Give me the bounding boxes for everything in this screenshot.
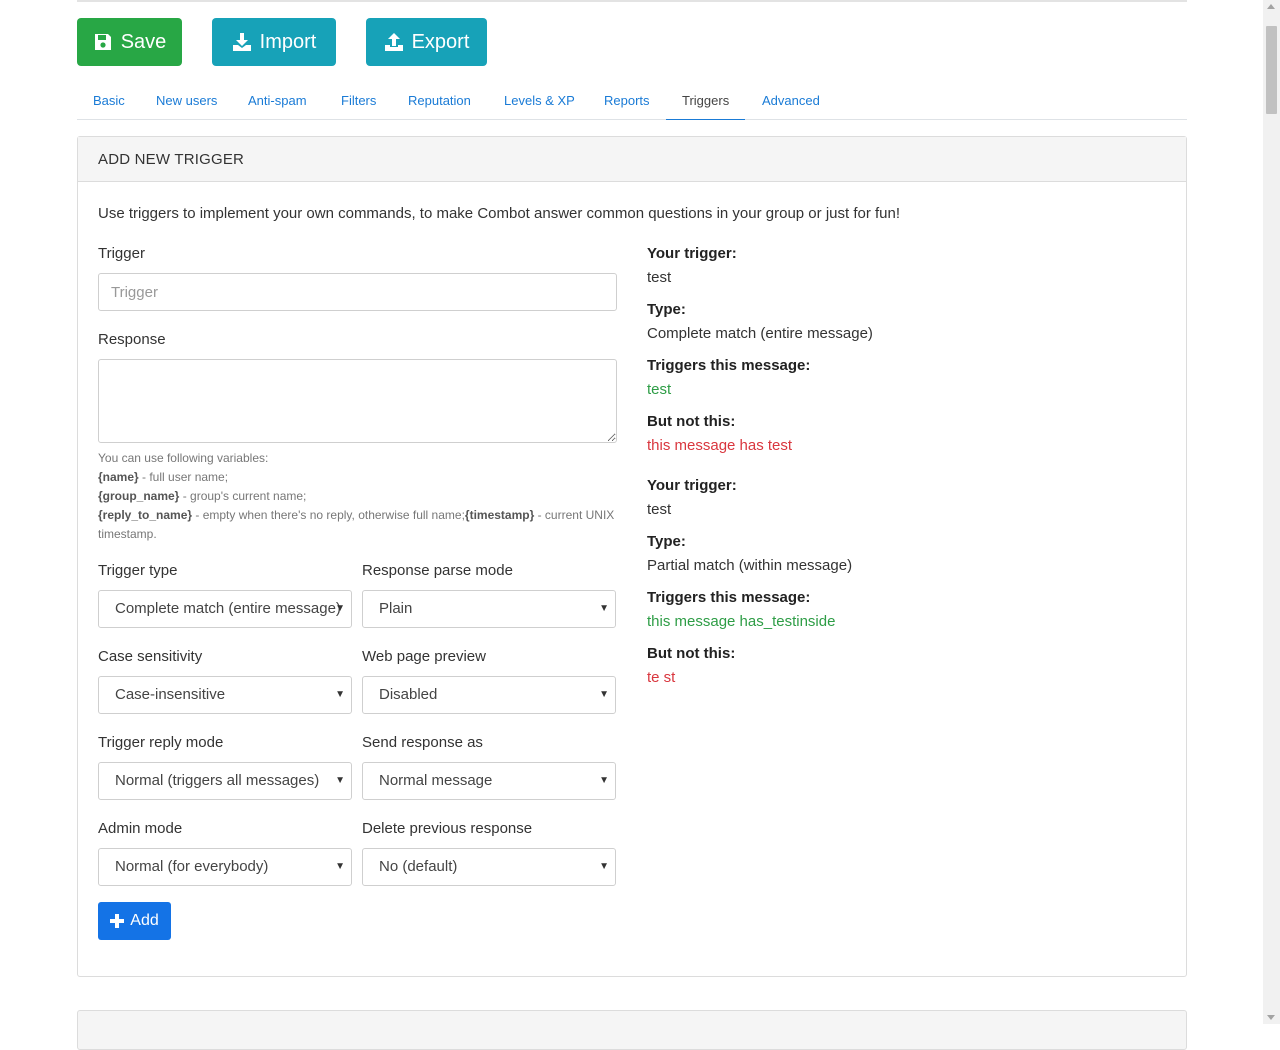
case-sensitivity-select[interactable]: Case-insensitive ▼: [98, 676, 352, 714]
caret-down-icon: ▼: [335, 689, 345, 700]
delete-previous-value: No (default): [379, 858, 458, 875]
parse-mode-label: Response parse mode: [362, 562, 513, 579]
top-divider: [77, 0, 1187, 2]
response-label: Response: [98, 331, 166, 348]
trigger-type-label: Trigger type: [98, 562, 178, 579]
case-sensitivity-value: Case-insensitive: [115, 686, 226, 703]
help-var-name: {name}: [98, 470, 139, 484]
add-button-label: Add: [130, 912, 159, 929]
admin-mode-label: Admin mode: [98, 820, 183, 837]
next-card: [77, 1010, 1187, 1050]
download-icon: [232, 33, 251, 51]
admin-mode-value: Normal (for everybody): [115, 858, 269, 875]
page-scrollbar[interactable]: [1263, 0, 1280, 1024]
example-2-type: Partial match (within message): [647, 557, 853, 574]
tab-new-users[interactable]: New users: [140, 84, 233, 120]
example-1-nonmatch-text: this message has test: [647, 437, 793, 454]
admin-mode-select[interactable]: Normal (for everybody) ▼: [98, 848, 352, 886]
upload-icon: [384, 33, 403, 51]
example-2-trigger-heading: Your trigger:: [647, 477, 737, 494]
help-var-group-desc: - group's current name;: [179, 489, 307, 503]
help-var-reply: {reply_to_name}: [98, 508, 193, 522]
tab-basic[interactable]: Basic: [77, 84, 141, 120]
example-1-type-heading: Type:: [647, 301, 686, 318]
save-button[interactable]: Save: [77, 18, 182, 66]
help-var-name-desc: - full user name;: [138, 470, 229, 484]
scroll-up-arrow-icon[interactable]: [1267, 4, 1275, 9]
trigger-type-select[interactable]: Complete match (entire message) ▼: [98, 590, 352, 628]
help-var-reply-desc: - empty when there's no reply, otherwise…: [192, 508, 465, 522]
tab-triggers[interactable]: Triggers: [666, 84, 746, 120]
tab-reports[interactable]: Reports: [588, 84, 666, 120]
caret-down-icon: ▼: [599, 603, 609, 614]
example-1-not-heading: But not this:: [647, 413, 736, 430]
parse-mode-select[interactable]: Plain ▼: [362, 590, 616, 628]
floppy-disk-icon: [94, 34, 111, 50]
case-sensitivity-label: Case sensitivity: [98, 648, 203, 665]
web-preview-value: Disabled: [379, 686, 438, 703]
export-button-label: Export: [411, 30, 470, 53]
scroll-down-arrow-icon[interactable]: [1267, 1015, 1275, 1020]
web-preview-label: Web page preview: [362, 648, 486, 665]
example-2-type-heading: Type:: [647, 533, 686, 550]
reply-mode-value: Normal (triggers all messages): [115, 772, 320, 789]
import-button[interactable]: Import: [212, 18, 336, 66]
add-trigger-card: ADD NEW TRIGGER Use triggers to implemen…: [77, 136, 1187, 977]
caret-down-icon: ▼: [599, 689, 609, 700]
reply-mode-label: Trigger reply mode: [98, 734, 224, 751]
variables-help: You can use following variables: {name} …: [98, 449, 623, 544]
tab-anti-spam[interactable]: Anti-spam: [232, 84, 323, 120]
caret-down-icon: ▼: [335, 775, 345, 786]
intro-text: Use triggers to implement your own comma…: [98, 205, 901, 222]
example-2-match-text: this message has_testinside: [647, 613, 836, 630]
example-2-trigger: test: [647, 501, 672, 518]
tab-filters[interactable]: Filters: [325, 84, 392, 120]
parse-mode-value: Plain: [379, 600, 413, 617]
tab-advanced[interactable]: Advanced: [746, 84, 836, 120]
plus-icon: [110, 914, 125, 928]
delete-previous-select[interactable]: No (default) ▼: [362, 848, 616, 886]
export-button[interactable]: Export: [366, 18, 487, 66]
help-intro: You can use following variables:: [98, 451, 269, 465]
add-trigger-button[interactable]: Add: [98, 902, 171, 940]
caret-down-icon: ▼: [335, 603, 345, 614]
help-var-timestamp: {timestamp}: [464, 508, 535, 522]
caret-down-icon: ▼: [599, 775, 609, 786]
delete-previous-label: Delete previous response: [362, 820, 533, 837]
trigger-type-value: Complete match (entire message): [115, 600, 341, 617]
tab-levels-xp[interactable]: Levels & XP: [488, 84, 591, 120]
settings-tabs: Basic New users Anti-spam Filters Reputa…: [77, 84, 1187, 120]
tab-reputation[interactable]: Reputation: [392, 84, 487, 120]
trigger-label: Trigger: [98, 245, 145, 262]
response-textarea[interactable]: [98, 359, 617, 443]
reply-mode-select[interactable]: Normal (triggers all messages) ▼: [98, 762, 352, 800]
example-1-type: Complete match (entire message): [647, 325, 873, 342]
help-var-group: {group_name}: [98, 489, 180, 503]
example-2-not-heading: But not this:: [647, 645, 736, 662]
send-as-label: Send response as: [362, 734, 483, 751]
trigger-input[interactable]: [98, 273, 617, 311]
caret-down-icon: ▼: [599, 861, 609, 872]
caret-down-icon: ▼: [335, 861, 345, 872]
example-1-matches-heading: Triggers this message:: [647, 357, 811, 374]
web-preview-select[interactable]: Disabled ▼: [362, 676, 616, 714]
send-as-value: Normal message: [379, 772, 493, 789]
example-2-matches-heading: Triggers this message:: [647, 589, 811, 606]
example-1-trigger: test: [647, 269, 672, 286]
example-1-trigger-heading: Your trigger:: [647, 245, 737, 262]
import-button-label: Import: [259, 30, 317, 53]
card-title: ADD NEW TRIGGER: [78, 137, 1186, 182]
example-1-match-text: test: [647, 381, 672, 398]
example-2-nonmatch-text: te st: [647, 669, 676, 686]
scrollbar-thumb[interactable]: [1266, 26, 1277, 114]
save-button-label: Save: [120, 30, 167, 53]
send-as-select[interactable]: Normal message ▼: [362, 762, 616, 800]
